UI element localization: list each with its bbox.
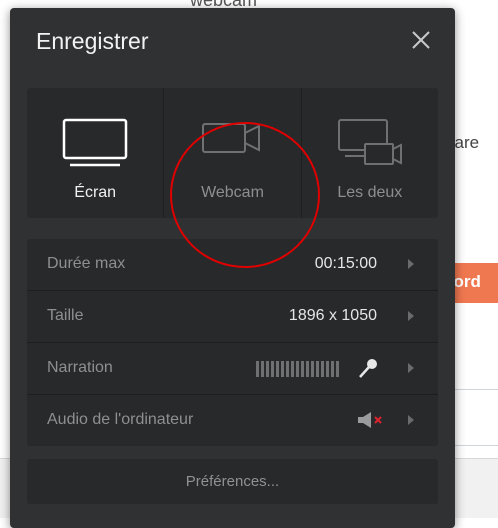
mode-both-button[interactable]: Les deux [302, 88, 438, 218]
webcam-icon [202, 123, 261, 153]
chevron-right-icon [408, 415, 414, 425]
mode-webcam-label: Webcam [201, 184, 264, 201]
chevron-right-icon [408, 259, 414, 269]
mode-webcam-button[interactable]: Webcam [164, 88, 302, 218]
close-button[interactable] [407, 26, 435, 54]
screen-and-webcam-icon [337, 119, 402, 165]
setting-computer-audio-label: Audio de l'ordinateur [47, 411, 194, 428]
chevron-right-icon [408, 311, 414, 321]
setting-computer-audio-row[interactable]: Audio de l'ordinateur [27, 395, 438, 446]
setting-size-row[interactable]: Taille 1896 x 1050 [27, 291, 438, 343]
audio-level-meter [256, 361, 339, 377]
setting-duration-label: Durée max [47, 255, 126, 272]
dialog-title: Enregistrer [36, 28, 149, 54]
settings-list: Durée max 00:15:00 Taille 1896 x 1050 Na… [27, 239, 438, 446]
setting-narration-label: Narration [47, 359, 113, 376]
capture-mode-selector: Écran Webcam Les deux [27, 88, 438, 218]
preferences-label: Préférences... [185, 473, 280, 490]
setting-narration-row[interactable]: Narration [27, 343, 438, 395]
chevron-right-icon [408, 363, 414, 373]
preferences-button[interactable]: Préférences... [27, 459, 438, 504]
mode-both-label: Les deux [337, 184, 403, 201]
setting-size-value: 1896 x 1050 [288, 307, 377, 324]
mode-screen-label: Écran [74, 184, 117, 201]
record-dialog: Enregistrer Écran Webcam Les deux Durée … [10, 8, 455, 528]
setting-size-label: Taille [47, 307, 84, 324]
mode-screen-button[interactable]: Écran [27, 88, 165, 218]
setting-duration-value: 00:15:00 [314, 255, 377, 272]
close-icon [412, 31, 430, 49]
monitor-icon [62, 118, 128, 167]
dialog-header: Enregistrer [10, 8, 455, 74]
microphone-icon [359, 359, 377, 378]
speaker-muted-icon [358, 412, 382, 428]
setting-duration-row[interactable]: Durée max 00:15:00 [27, 239, 438, 291]
